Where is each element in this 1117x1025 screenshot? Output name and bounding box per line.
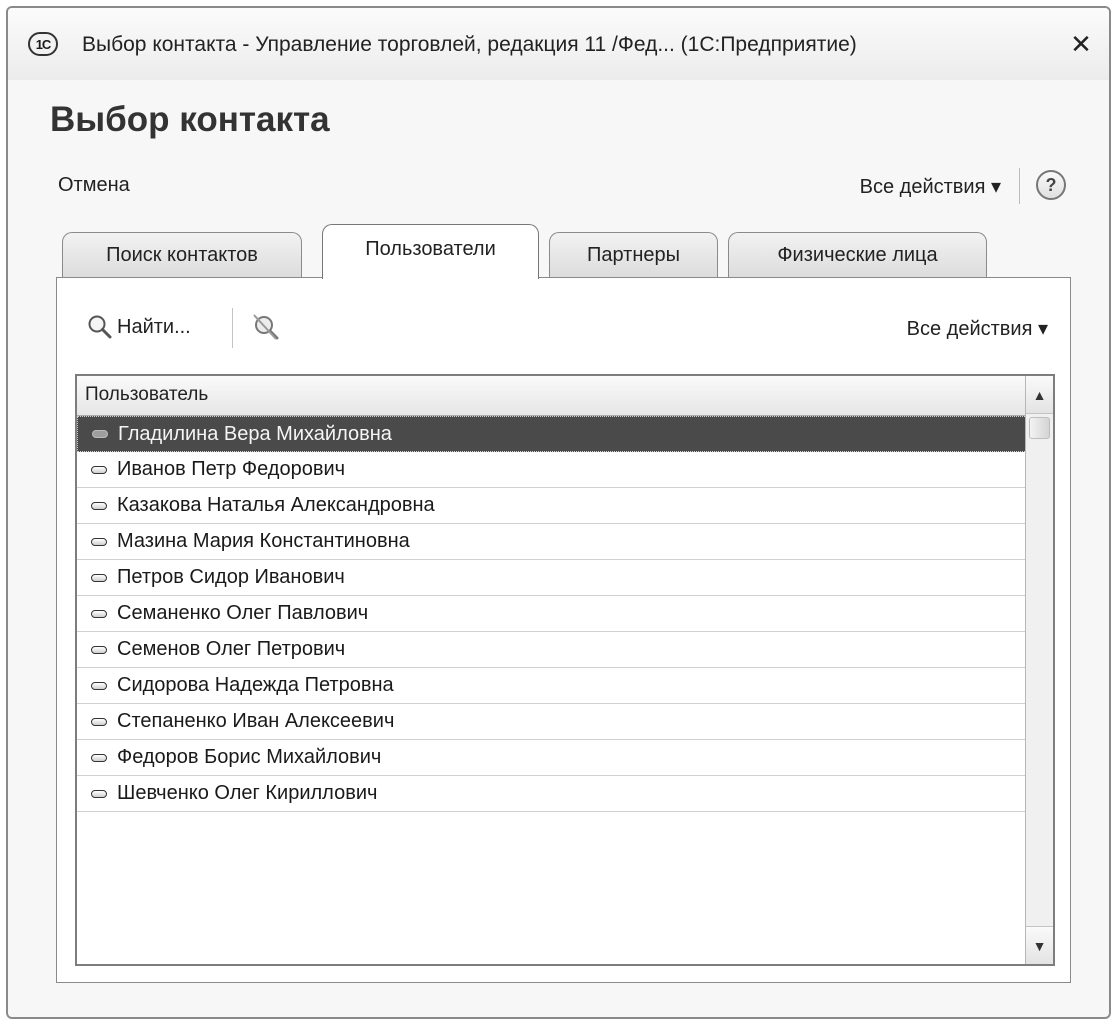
tab-contact-search[interactable]: Поиск контактов bbox=[62, 232, 302, 278]
user-name-cell: Шевченко Олег Кириллович bbox=[117, 782, 378, 804]
scroll-thumb[interactable] bbox=[1029, 417, 1050, 439]
table-row[interactable]: Иванов Петр Федорович bbox=[77, 452, 1027, 488]
tab-users[interactable]: Пользователи bbox=[322, 224, 539, 279]
magnifier-icon bbox=[88, 315, 112, 339]
minus-icon bbox=[91, 789, 107, 798]
table-row[interactable]: Мазина Мария Константиновна bbox=[77, 524, 1027, 560]
user-name-cell: Федоров Борис Михайлович bbox=[117, 746, 382, 768]
scroll-up-button[interactable]: ▲ bbox=[1026, 376, 1053, 414]
all-actions-menu-button[interactable]: Все действия ▾ bbox=[860, 174, 1001, 199]
minus-icon bbox=[92, 430, 108, 438]
minus-icon bbox=[91, 501, 107, 510]
users-table: Пользователь Гладилина Вера Михайловна Ив… bbox=[75, 374, 1055, 966]
form-title: Выбор контакта bbox=[50, 100, 330, 139]
table-row[interactable]: Сидорова Надежда Петровна bbox=[77, 668, 1027, 704]
1c-logo-icon: 1С bbox=[28, 32, 58, 56]
clear-search-icon bbox=[253, 314, 279, 340]
user-name-cell: Гладилина Вера Михайловна bbox=[118, 422, 392, 445]
table-row[interactable]: Степаненко Иван Алексеевич bbox=[77, 704, 1027, 740]
dialog-window: 1С Выбор контакта - Управление торговлей… bbox=[6, 6, 1111, 1019]
table-row[interactable]: Семенов Олег Петрович bbox=[77, 632, 1027, 668]
window-title: Выбор контакта - Управление торговлей, р… bbox=[82, 33, 857, 56]
toolbar-separator bbox=[232, 308, 233, 348]
user-name-cell: Казакова Наталья Александровна bbox=[117, 494, 435, 516]
minus-icon bbox=[91, 753, 107, 762]
minus-icon bbox=[91, 537, 107, 546]
cancel-button[interactable]: Отмена bbox=[58, 174, 130, 197]
minus-icon bbox=[91, 465, 107, 474]
scroll-down-button[interactable]: ▼ bbox=[1026, 926, 1053, 964]
panel-all-actions-menu-button[interactable]: Все действия ▾ bbox=[907, 316, 1048, 341]
minus-icon bbox=[91, 645, 107, 654]
user-name-cell: Иванов Петр Федорович bbox=[117, 458, 346, 480]
title-bar: 1С Выбор контакта - Управление торговлей… bbox=[8, 8, 1109, 80]
user-name-cell: Степаненко Иван Алексеевич bbox=[117, 710, 395, 732]
form-content: Выбор контакта Отмена Все действия ▾ ? П… bbox=[22, 80, 1095, 1001]
table-rows: Гладилина Вера Михайловна Иванов Петр Фед… bbox=[77, 416, 1027, 812]
table-row[interactable]: Казакова Наталья Александровна bbox=[77, 488, 1027, 524]
toolbar-separator bbox=[1019, 168, 1020, 204]
user-name-cell: Петров Сидор Иванович bbox=[117, 566, 345, 588]
tab-partners[interactable]: Партнеры bbox=[549, 232, 718, 278]
find-button[interactable]: Найти... bbox=[87, 314, 191, 340]
minus-icon bbox=[91, 681, 107, 690]
table-row[interactable]: Гладилина Вера Михайловна bbox=[77, 416, 1027, 452]
minus-icon bbox=[91, 609, 107, 618]
table-row[interactable]: Шевченко Олег Кириллович bbox=[77, 776, 1027, 812]
user-name-cell: Семаненко Олег Павлович bbox=[117, 602, 369, 624]
users-tab-panel: Найти... Все действия ▾ Пользователь Гла… bbox=[56, 277, 1071, 983]
table-row[interactable]: Федоров Борис Михайлович bbox=[77, 740, 1027, 776]
table-row[interactable]: Семаненко Олег Павлович bbox=[77, 596, 1027, 632]
minus-icon bbox=[91, 717, 107, 726]
user-name-cell: Сидорова Надежда Петровна bbox=[117, 674, 394, 696]
table-row[interactable]: Петров Сидор Иванович bbox=[77, 560, 1027, 596]
user-name-cell: Семенов Олег Петрович bbox=[117, 638, 346, 660]
find-button-label: Найти... bbox=[117, 315, 191, 338]
minus-icon bbox=[91, 573, 107, 582]
column-header-user[interactable]: Пользователь bbox=[77, 376, 1027, 416]
tab-individuals[interactable]: Физические лица bbox=[728, 232, 987, 278]
close-button[interactable]: ✕ bbox=[1065, 28, 1097, 60]
help-icon[interactable]: ? bbox=[1036, 170, 1066, 200]
vertical-scrollbar[interactable]: ▲ ▼ bbox=[1025, 376, 1053, 964]
clear-search-button[interactable] bbox=[249, 311, 283, 345]
user-name-cell: Мазина Мария Константиновна bbox=[117, 530, 410, 552]
